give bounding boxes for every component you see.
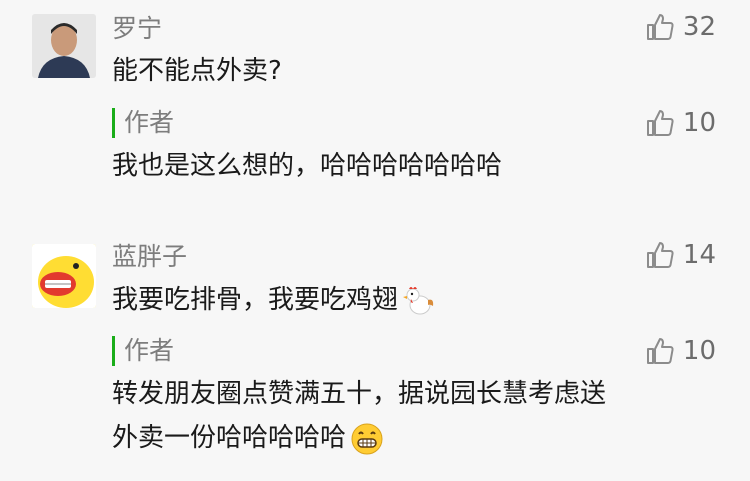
rooster-emoji — [403, 286, 434, 314]
like-count: 10 — [682, 108, 716, 138]
author-accent-bar — [112, 336, 115, 366]
thumbs-up-icon — [646, 110, 674, 136]
like-button[interactable]: 10 — [645, 108, 716, 138]
author-accent-bar — [112, 108, 115, 138]
like-button[interactable]: 32 — [645, 12, 716, 42]
comment-text-content: 我要吃排骨，我要吃鸡翅 — [112, 285, 399, 315]
comment-text: 能不能点外卖? — [112, 56, 282, 86]
avatar[interactable] — [32, 14, 96, 78]
comment-item: 罗宁 能不能点外卖? 32 作者 10 我也是这么想的，哈哈哈哈哈哈哈 — [0, 0, 750, 200]
comment-nickname[interactable]: 蓝胖子 — [112, 242, 187, 272]
like-count: 32 — [682, 12, 716, 42]
comment-text: 我要吃排骨，我要吃鸡翅 — [112, 280, 436, 320]
thumbs-up-icon — [646, 14, 674, 40]
comment-item: 蓝胖子 我要吃排骨，我要吃鸡翅 14 作者 10 转发朋友圈点赞满五十，据说园长… — [0, 230, 750, 481]
duck-avatar-icon — [32, 244, 96, 308]
comment-nickname[interactable]: 罗宁 — [112, 14, 162, 44]
like-button[interactable]: 10 — [645, 336, 716, 366]
reply-text: 我也是这么想的，哈哈哈哈哈哈哈 — [112, 151, 503, 181]
like-count: 10 — [682, 336, 716, 366]
like-button[interactable]: 14 — [645, 240, 716, 270]
author-label: 作者 — [124, 336, 175, 365]
reply-text-line2-content: 外卖一份哈哈哈哈哈 — [112, 423, 347, 453]
grinning-emoji — [351, 423, 383, 454]
avatar-photo — [32, 14, 96, 78]
reply-text-line1: 转发朋友圈点赞满五十，据说园长慧考虑送 — [112, 379, 607, 409]
like-count: 14 — [682, 240, 716, 270]
reply-text-line2: 外卖一份哈哈哈哈哈 — [112, 418, 384, 458]
thumbs-up-icon — [646, 338, 674, 364]
thumbs-up-icon — [646, 242, 674, 268]
author-label: 作者 — [124, 108, 175, 137]
avatar[interactable] — [32, 244, 96, 308]
